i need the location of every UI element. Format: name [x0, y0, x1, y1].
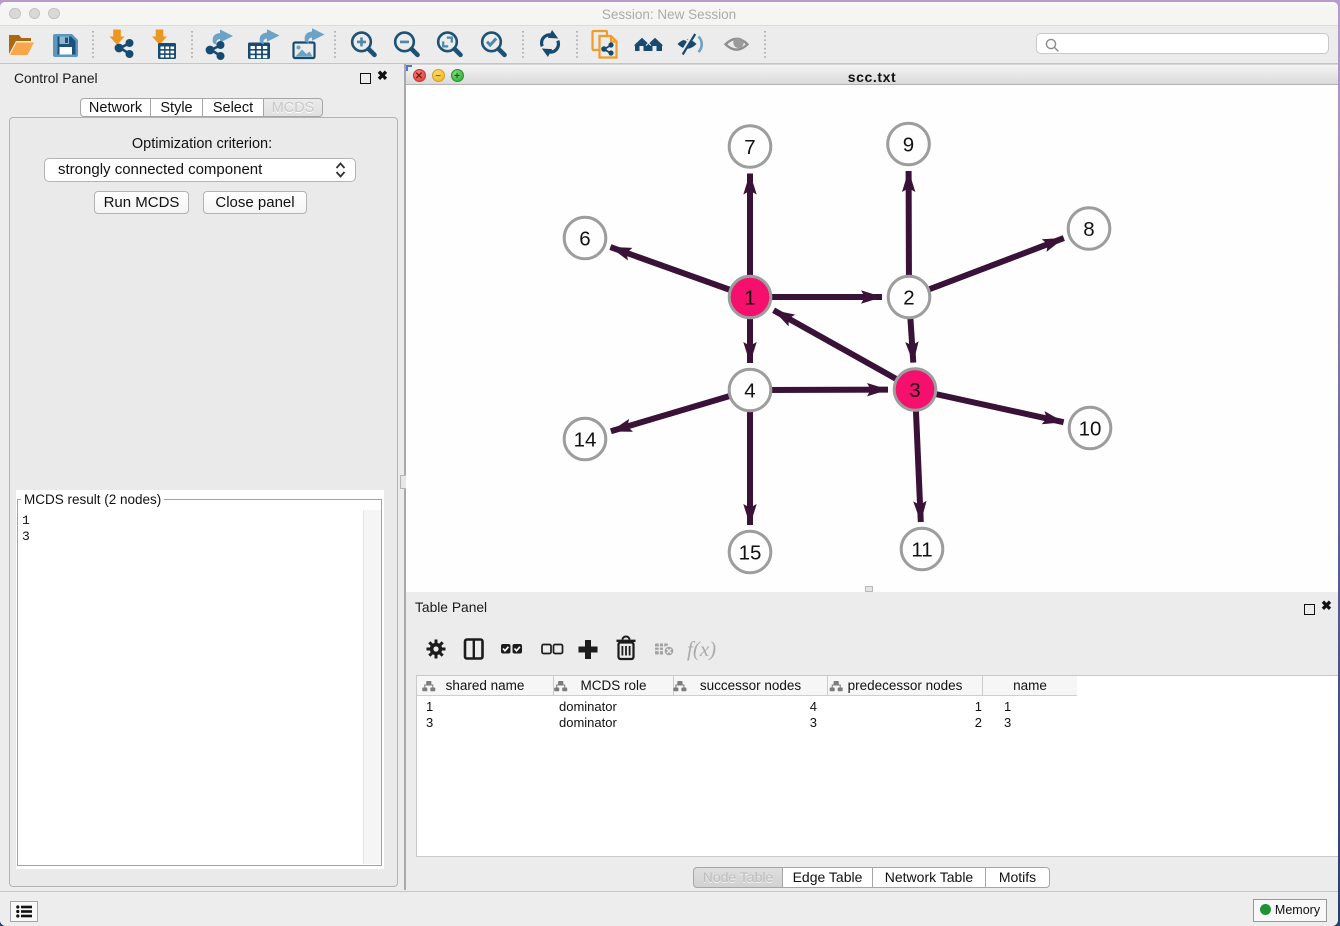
- svg-text:14: 14: [574, 429, 597, 452]
- svg-text:11: 11: [911, 539, 932, 562]
- svg-text:f(x): f(x): [687, 637, 716, 661]
- svg-text:10: 10: [1079, 418, 1102, 441]
- svg-text:2: 2: [903, 287, 914, 310]
- svg-text:15: 15: [739, 542, 762, 565]
- svg-text:4: 4: [744, 380, 755, 403]
- svg-text:6: 6: [579, 228, 590, 251]
- svg-text:1: 1: [744, 287, 755, 310]
- svg-text:9: 9: [903, 134, 914, 157]
- svg-text:7: 7: [744, 136, 755, 159]
- svg-text:8: 8: [1083, 218, 1094, 241]
- svg-text:3: 3: [909, 379, 920, 402]
